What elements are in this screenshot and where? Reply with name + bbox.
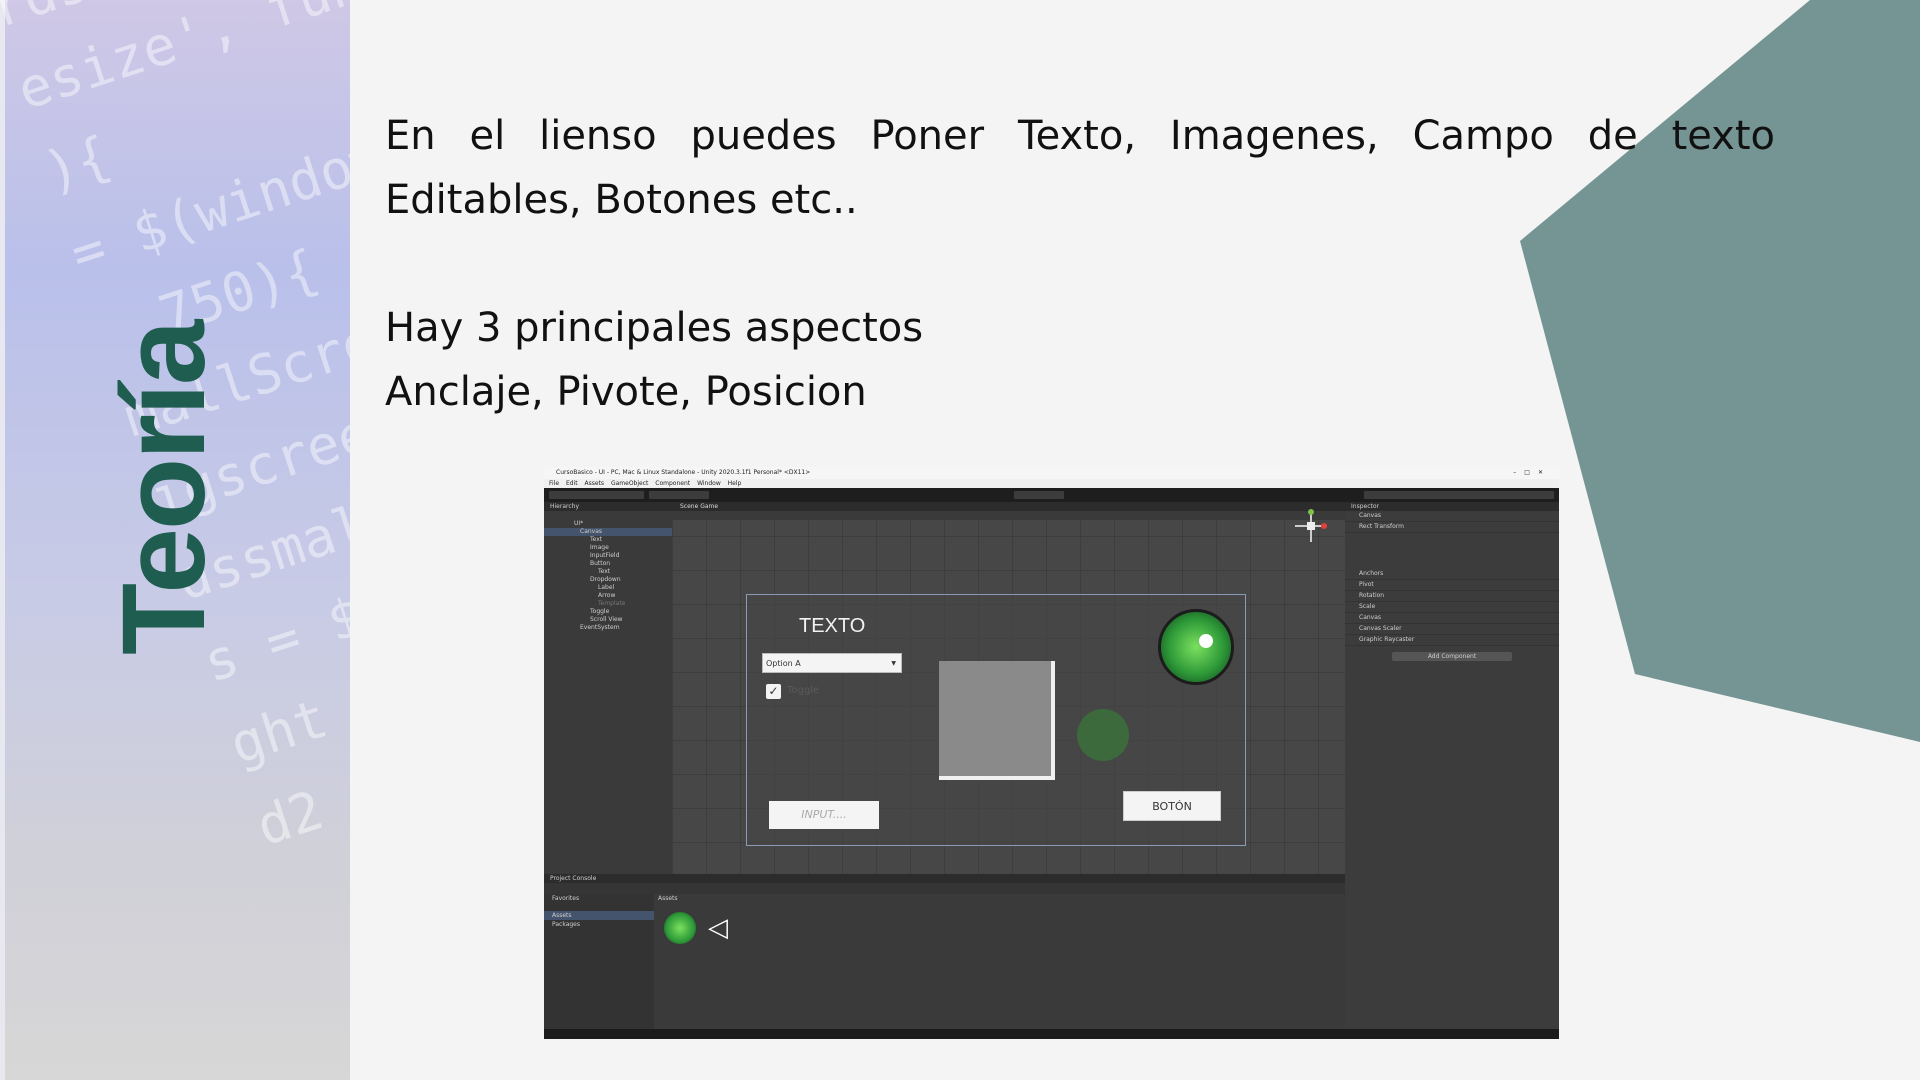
inspector-header: Inspector (1345, 502, 1559, 511)
scene-toolbar (672, 511, 1345, 520)
project-tree: Favorites Assets Packages (544, 894, 654, 1034)
hierarchy-item: Template (598, 600, 626, 607)
hierarchy-item: Text (598, 568, 611, 575)
ui-dropdown: Option A ▼ (762, 653, 902, 673)
aspects-title: Hay 3 principales aspectos (385, 305, 924, 351)
asset-logo-icon (664, 912, 696, 944)
ui-circle-image (1077, 709, 1129, 761)
inspector-row: Canvas (1345, 613, 1559, 624)
menu-file: File (549, 480, 560, 487)
menu-window: Window (697, 480, 721, 487)
menu-gameobject: GameObject (610, 480, 649, 487)
hierarchy-header: Hierarchy (544, 502, 672, 511)
hierarchy-item: InputField (590, 552, 620, 559)
hierarchy-item: Image (590, 544, 609, 551)
inspector-row: Rotation (1345, 591, 1559, 602)
hierarchy-item: UI* (574, 520, 584, 527)
inspector-row: Canvas Scaler (1345, 624, 1559, 635)
intro-paragraph: En el lienso puedes Poner Texto, Imagene… (385, 113, 1775, 223)
side-title: Teoría (98, 321, 230, 655)
unity-editor-screenshot: CursoBasico - UI - PC, Mac & Linux Stand… (544, 467, 1559, 1039)
aspects-list: Anclaje, Pivote, Posicion (385, 369, 867, 415)
ui-button: BOTÓN (1123, 791, 1221, 821)
hierarchy-item: Canvas (544, 528, 672, 536)
ui-toggle-checkbox: ✓ (766, 684, 781, 699)
hierarchy-item: Button (590, 560, 611, 567)
aspects-block: Hay 3 principales aspectos Anclaje, Pivo… (385, 296, 923, 424)
status-bar (544, 1029, 1559, 1039)
scene-tabs: Scene Game (672, 502, 1345, 511)
code-background-panel: rds();}); esize', functi ){ = $(window).… (0, 0, 350, 1080)
canvas-rect: TEXTO Option A ▼ ✓ Toggle INPUT.... BOTÓ… (746, 594, 1246, 846)
editor-toolbar (544, 488, 1559, 502)
project-tabs: Project Console (544, 874, 1345, 883)
inspector-row: Anchors (1345, 569, 1559, 580)
hierarchy-item: EventSystem (580, 624, 620, 631)
window-titlebar: CursoBasico - UI - PC, Mac & Linux Stand… (544, 467, 1559, 479)
assets-view: Assets ◁ (654, 894, 1345, 1034)
hierarchy-item: Label (598, 584, 615, 591)
inspector-row: Graphic Raycaster (1345, 635, 1559, 646)
inspector-row: Scale (1345, 602, 1559, 613)
inspector-row: Canvas (1345, 511, 1559, 522)
unity-scene-icon: ◁ (708, 913, 728, 943)
play-controls (1014, 491, 1064, 499)
inspector-row: Rect Transform (1345, 522, 1559, 533)
hierarchy-item: Text (590, 536, 603, 543)
project-tree-item: Packages (552, 921, 580, 928)
panel-stripe (0, 0, 5, 1080)
ui-toggle-label: Toggle (787, 685, 820, 696)
account-layer-controls (1364, 491, 1554, 499)
menu-help: Help (727, 480, 742, 487)
add-component-button: Add Component (1392, 652, 1512, 661)
inspector-row: Pivot (1345, 580, 1559, 591)
scene-gizmo-icon (1295, 509, 1327, 542)
hierarchy-item: Scroll View (590, 616, 623, 623)
chevron-down-icon: ▼ (891, 660, 896, 667)
window-controls: –□✕ (1513, 469, 1551, 476)
ui-text-label: TEXTO (799, 615, 866, 637)
assets-header: Assets (658, 895, 678, 902)
window-title: CursoBasico - UI - PC, Mac & Linux Stand… (556, 469, 811, 476)
menu-assets: Assets (584, 480, 605, 487)
scene-view: Scene Game TEXTO Option A ▼ ✓ Toggle INP… (672, 502, 1345, 874)
ui-input-field: INPUT.... (769, 801, 879, 829)
hierarchy-item: Toggle (590, 608, 610, 615)
menu-bar: File Edit Assets GameObject Component Wi… (544, 479, 1559, 488)
ui-image (939, 661, 1055, 780)
project-panel: Project Console Favorites Assets Package… (544, 874, 1345, 1039)
hierarchy-panel: Hierarchy UI* Canvas Text Image InputFie… (544, 502, 672, 874)
pivot-toggles (649, 491, 709, 499)
menu-edit: Edit (565, 480, 578, 487)
project-tree-item: Assets (544, 911, 654, 920)
hierarchy-item: Dropdown (590, 576, 621, 583)
menu-component: Component (655, 480, 691, 487)
dropdown-value: Option A (766, 659, 801, 668)
project-tree-item: Favorites (552, 895, 580, 902)
inspector-panel: Inspector Canvas Rect Transform Anchors … (1345, 502, 1559, 1039)
transform-tools (549, 491, 644, 499)
hierarchy-item: Arrow (598, 592, 616, 599)
ui-logo-image (1158, 609, 1234, 685)
